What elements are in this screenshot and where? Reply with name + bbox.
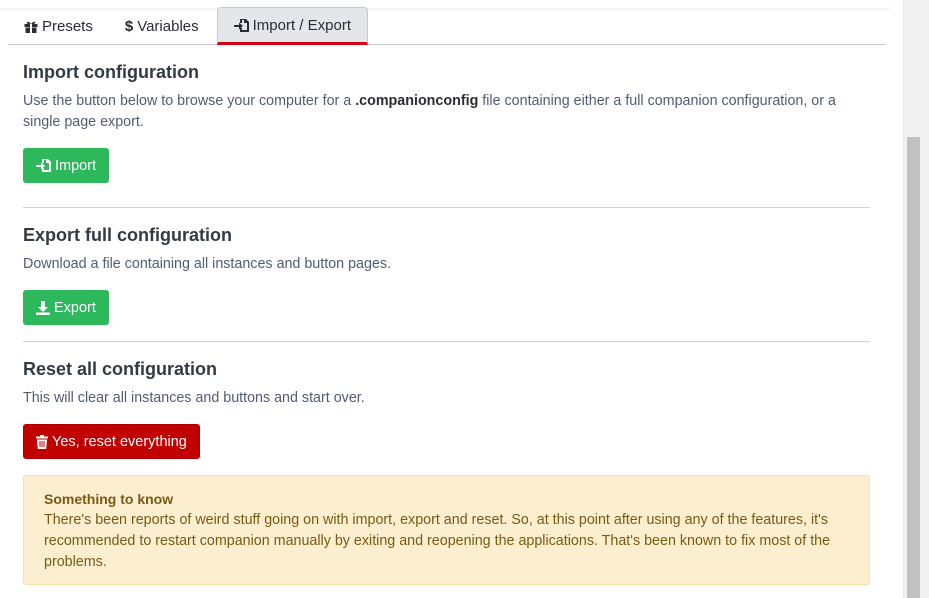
dollar-icon: $	[124, 18, 134, 35]
import-section: Import configuration Use the button belo…	[23, 62, 870, 133]
alert-body: There's been reports of weird stuff goin…	[44, 512, 831, 570]
reset-button[interactable]: Yes, reset everything	[23, 424, 200, 459]
tab-presets-label: Presets	[42, 18, 93, 35]
divider	[23, 341, 870, 342]
reset-description: This will clear all instances and button…	[23, 390, 365, 406]
warning-alert: Something to know There's been reports o…	[23, 475, 870, 585]
export-button[interactable]: Export	[23, 290, 109, 325]
tab-bar: Presets $ Variables Import / Export	[8, 7, 886, 45]
scrollbar-thumb[interactable]	[907, 137, 920, 598]
import-button[interactable]: Import	[23, 148, 110, 183]
scrollbar[interactable]	[903, 0, 929, 598]
reset-title: Reset all configuration	[23, 359, 218, 379]
tab-import-export-label: Import / Export	[252, 16, 351, 34]
import-button-label: Import	[55, 157, 97, 174]
export-button-label: Export	[54, 299, 96, 316]
divider	[23, 207, 870, 208]
trash-icon	[36, 434, 48, 449]
file-import-icon	[233, 18, 249, 33]
reset-section: Reset all configuration This will clear …	[23, 359, 870, 409]
tab-import-export[interactable]: Import / Export	[216, 7, 368, 45]
tab-variables[interactable]: $ Variables	[109, 7, 215, 45]
alert-title: Something to know	[44, 491, 174, 507]
import-desc-text: Use the button below to browse your comp…	[23, 93, 356, 109]
import-description: Use the button below to browse your comp…	[23, 91, 870, 133]
reset-button-label: Yes, reset everything	[52, 433, 187, 450]
gift-icon	[24, 20, 38, 33]
download-icon	[36, 300, 50, 315]
tab-variables-label: Variables	[137, 18, 199, 35]
export-section: Export full configuration Download a fil…	[23, 225, 870, 275]
file-import-icon	[36, 158, 51, 173]
export-description: Download a file containing all instances…	[23, 256, 391, 272]
import-title: Import configuration	[23, 62, 199, 82]
import-desc-filetype: .companionconfig	[355, 93, 479, 109]
tab-presets[interactable]: Presets	[8, 7, 109, 45]
export-title: Export full configuration	[23, 225, 232, 245]
